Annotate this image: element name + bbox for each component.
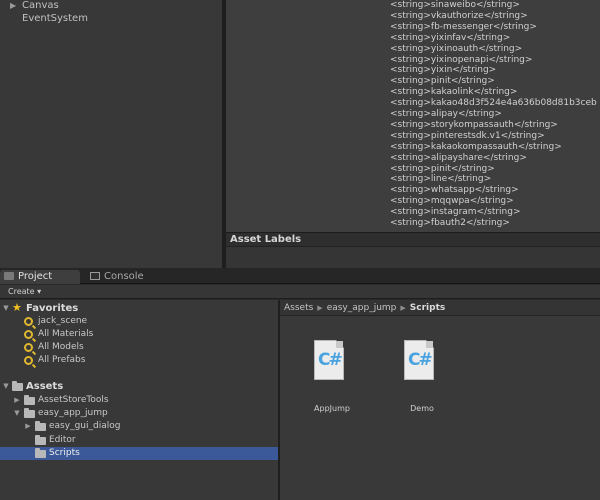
asset-labels-title: Asset Labels	[230, 234, 302, 245]
tree-folder-easy-gui-dialog[interactable]: ▶ easy_gui_dialog	[0, 420, 278, 433]
hierarchy-item-canvas[interactable]: ▶ Canvas	[10, 0, 59, 12]
text-line: <string>kakao48d3f524e4a636b08d81b3ceb	[390, 98, 597, 109]
expand-arrow-icon[interactable]: ▼	[1, 302, 11, 315]
asset-browser: Assets ▶ easy_app_jump ▶ Scripts C# AppJump …	[280, 300, 600, 500]
text-line: <string>sinaweibo</string>	[390, 0, 520, 10]
tree-folder-editor[interactable]: Editor	[0, 434, 278, 447]
breadcrumb-item[interactable]: easy_app_jump	[327, 303, 397, 313]
tree-label: Favorites	[26, 303, 79, 314]
text-line: <string>vkauthorize</string>	[390, 10, 528, 21]
tab-label: Project	[18, 271, 53, 282]
folder-icon	[12, 381, 23, 391]
text-line: <string>instagram</string>	[390, 207, 521, 218]
search-icon	[24, 356, 33, 365]
text-line: <string>alipay</string>	[390, 109, 502, 119]
text-line: <string>line</string>	[390, 174, 492, 185]
hierarchy-item-label: EventSystem	[22, 13, 88, 24]
breadcrumb-item[interactable]: Assets	[284, 303, 313, 313]
tree-label: easy_gui_dialog	[49, 421, 121, 431]
text-line: <string>kakaokompassauth</string>	[390, 141, 562, 152]
text-line: <string>yixinfav</string>	[390, 32, 511, 43]
tab-project[interactable]: Project	[0, 270, 80, 284]
hierarchy-item-eventsystem[interactable]: EventSystem	[22, 13, 88, 25]
expand-arrow-icon[interactable]: ▼	[12, 407, 22, 420]
text-preview: <string>sinaweibo</string> <string>vkauth…	[226, 0, 600, 232]
star-icon: ★	[12, 301, 22, 314]
chevron-right-icon: ▶	[317, 304, 323, 312]
expand-arrow-icon[interactable]: ▶	[10, 0, 22, 12]
asset-appjump[interactable]: C# AppJump	[302, 340, 362, 420]
text-line: <string>yixin</string>	[390, 65, 497, 76]
expand-arrow-icon[interactable]: ▼	[1, 380, 11, 393]
asset-labels-area	[226, 246, 600, 268]
tree-assets[interactable]: ▼ Assets	[0, 380, 278, 393]
hierarchy-item-label: Canvas	[22, 0, 59, 11]
inspector-panel: <string>sinaweibo</string> <string>vkauth…	[226, 0, 600, 268]
text-line: <string>fbauth2</string>	[390, 218, 510, 228]
csharp-script-icon: C#	[314, 340, 344, 380]
text-line: <string>whatsapp</string>	[390, 185, 519, 196]
create-dropdown-button[interactable]: Create ▾	[4, 286, 45, 298]
tree-favorite-item[interactable]: jack_scene	[0, 315, 278, 328]
text-line: <string>storykompassauth</string>	[390, 119, 558, 130]
project-tree: ▼ ★ Favorites jack_scene All Materials A…	[0, 300, 278, 500]
asset-label: Demo	[410, 404, 434, 413]
expand-arrow-icon[interactable]: ▶	[23, 420, 33, 433]
tree-folder-scripts[interactable]: Scripts	[0, 447, 278, 460]
breadcrumb-item[interactable]: Scripts	[410, 303, 445, 313]
folder-icon	[35, 448, 46, 458]
text-line: <string>pinterestsdk.v1</string>	[390, 130, 545, 141]
folder-icon	[24, 395, 35, 405]
asset-labels-header[interactable]: Asset Labels	[226, 232, 600, 246]
project-toolbar: Create ▾	[0, 285, 600, 299]
folder-icon	[35, 421, 46, 431]
breadcrumb: Assets ▶ easy_app_jump ▶ Scripts	[280, 300, 600, 316]
tree-label: Scripts	[49, 448, 80, 458]
asset-label: AppJump	[314, 404, 350, 413]
search-icon	[24, 343, 33, 352]
text-line: <string>fb-messenger</string>	[390, 21, 537, 32]
hierarchy-panel: ▶ Canvas EventSystem	[0, 0, 222, 268]
folder-icon	[24, 408, 35, 418]
tree-favorite-item[interactable]: All Models	[0, 341, 278, 354]
tree-label: Editor	[49, 435, 76, 445]
tab-console[interactable]: Console	[86, 270, 166, 284]
chevron-right-icon: ▶	[400, 304, 406, 312]
search-icon	[24, 330, 33, 339]
expand-arrow-icon[interactable]: ▶	[12, 394, 22, 407]
tree-label: All Models	[38, 342, 84, 352]
asset-demo[interactable]: C# Demo	[392, 340, 452, 420]
text-line: <string>alipayshare</string>	[390, 152, 527, 163]
tree-label: All Materials	[38, 329, 94, 339]
text-line: <string>kakaolink</string>	[390, 87, 518, 98]
tree-label: AssetStoreTools	[38, 395, 109, 405]
text-line: <string>yixinopenapi</string>	[390, 54, 533, 65]
tree-label: easy_app_jump	[38, 408, 108, 418]
text-line: <string>pinit</string>	[390, 163, 495, 174]
tree-folder-easy-app-jump[interactable]: ▼ easy_app_jump	[0, 407, 278, 420]
tree-folder-assetstoretools[interactable]: ▶ AssetStoreTools	[0, 394, 278, 407]
csharp-script-icon: C#	[404, 340, 434, 380]
tree-label: Assets	[26, 381, 64, 392]
folder-icon	[35, 435, 46, 445]
text-line: <string>yixinoauth</string>	[390, 43, 523, 54]
tree-favorite-item[interactable]: All Prefabs	[0, 354, 278, 367]
tree-favorite-item[interactable]: All Materials	[0, 328, 278, 341]
console-icon	[90, 272, 100, 280]
text-line: <string>pinit</string>	[390, 76, 495, 87]
text-line: <string>mqqwpa</string>	[390, 196, 514, 207]
tree-label: jack_scene	[38, 316, 88, 326]
folder-icon	[4, 272, 14, 280]
tab-label: Console	[104, 271, 144, 282]
tree-favorites[interactable]: ▼ ★ Favorites	[0, 301, 278, 315]
tree-label: All Prefabs	[38, 355, 86, 365]
search-icon	[24, 317, 33, 326]
bottom-tab-bar: Project Console	[0, 268, 600, 284]
